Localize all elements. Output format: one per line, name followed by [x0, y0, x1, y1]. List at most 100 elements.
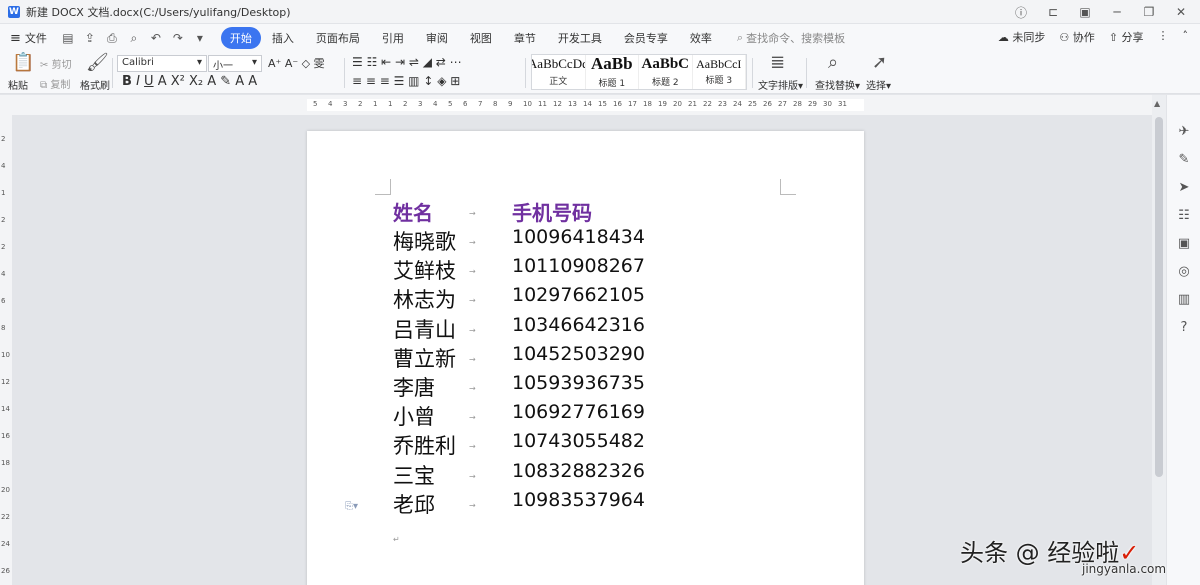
- scroll-up-icon[interactable]: ▲: [1154, 99, 1160, 108]
- phone-cell: 10297662105: [512, 284, 645, 307]
- paste-icon[interactable]: 📋: [12, 52, 34, 73]
- ruler-tick-label: 31: [838, 100, 847, 108]
- close-icon[interactable]: ✕: [1172, 3, 1190, 21]
- name-cell: 曹立新: [393, 346, 456, 371]
- chevron-down-icon: ▾: [251, 57, 257, 68]
- divider: [525, 58, 526, 88]
- tab-references[interactable]: 引用: [371, 27, 415, 49]
- page-handle-icon[interactable]: ⎘▾: [345, 501, 358, 512]
- ruler-tick-label: 30: [823, 100, 832, 108]
- cut-button[interactable]: ✂ 剪切: [40, 56, 72, 71]
- font-name-select[interactable]: Calibri ▾: [117, 55, 207, 72]
- print-preview-icon[interactable]: ⌕: [127, 31, 141, 46]
- style-heading-1[interactable]: AaBb 标题 1: [586, 55, 639, 89]
- scissors-icon: ✂: [40, 60, 49, 71]
- scroll-thumb[interactable]: [1155, 117, 1163, 477]
- ruler-tick-label: 26: [1, 567, 10, 575]
- vertical-ruler[interactable]: 2 4 1 2 2 4 6 8 10 12 14 16 18 20 22 24 26: [0, 115, 12, 585]
- file-menu[interactable]: ≡ 文件: [10, 30, 47, 46]
- sliders-icon[interactable]: ☷: [1176, 207, 1192, 223]
- name-cell: 小曾: [393, 405, 435, 430]
- copy-button[interactable]: ⧉ 复制: [40, 76, 70, 91]
- paragraph-tools-bottom[interactable]: ≡ ≡ ≡ ☰ ▥ ↕ ◈ ⊞: [352, 74, 460, 88]
- menu-bar: ≡ 文件 ▤ ⇪ ⎙ ⌕ ↶ ↷ ▾ 开始 插入 页面布局 引用 审阅 视图 章…: [0, 24, 1200, 52]
- ruler-tick-label: 27: [778, 100, 787, 108]
- ruler-tick-label: 7: [478, 100, 483, 108]
- text-layout-icon[interactable]: ≣: [770, 52, 785, 73]
- select-button[interactable]: 选择▾: [866, 77, 891, 92]
- ruler-tick-label: 1: [1, 189, 6, 197]
- tab-efficiency[interactable]: 效率: [679, 27, 723, 49]
- help-icon[interactable]: ?: [1176, 319, 1192, 335]
- tab-page-layout[interactable]: 页面布局: [305, 27, 371, 49]
- style-normal[interactable]: AaBbCcDd 正文: [532, 55, 586, 89]
- tab-developer[interactable]: 开发工具: [547, 27, 613, 49]
- font-size-select[interactable]: 小一 ▾: [208, 55, 262, 72]
- style-heading-2[interactable]: AaBbC 标题 2: [639, 55, 693, 89]
- ruler-tick-label: 2: [1, 216, 6, 224]
- tab-home[interactable]: 开始: [220, 27, 261, 49]
- horizontal-ruler[interactable]: 5 4 3 2 1 1 2 3 4 5 6 7 8 9 10 11 12 13 14 15 16 17 18 19 20 21 22…: [0, 95, 1200, 115]
- find-replace-button[interactable]: 查找替换▾: [815, 77, 860, 92]
- info-icon[interactable]: ⓘ: [1012, 3, 1030, 21]
- ruler-tick-label: 4: [433, 100, 438, 108]
- pointer-icon[interactable]: ➤: [1176, 179, 1192, 195]
- tab-insert[interactable]: 插入: [261, 27, 305, 49]
- font-size-tools[interactable]: A⁺ A⁻ ◇ 雯: [268, 55, 325, 71]
- style-name: 标题 1: [598, 78, 626, 89]
- document-page[interactable]: 姓名 → 手机号码 梅晓歌 → 10096418434 艾鲜枝 → 10110908267…: [307, 131, 864, 585]
- rocket-icon[interactable]: ✈: [1176, 123, 1192, 139]
- restore-icon[interactable]: ❐: [1140, 3, 1158, 21]
- pen-icon[interactable]: ✎: [1176, 151, 1192, 167]
- collab-button[interactable]: ⚇ 协作: [1059, 29, 1094, 45]
- undo-icon[interactable]: ↶: [149, 31, 163, 46]
- user-icon: ⚇: [1059, 31, 1070, 44]
- tab-member[interactable]: 会员专享: [613, 27, 679, 49]
- tab-review[interactable]: 审阅: [415, 27, 459, 49]
- format-painter-button[interactable]: 格式刷: [80, 77, 110, 92]
- style-sample: AaBbCcI: [696, 56, 742, 71]
- style-heading-3[interactable]: AaBbCcI 标题 3: [693, 55, 746, 89]
- book-icon[interactable]: ▥: [1176, 291, 1192, 307]
- ruler-tick-label: 26: [763, 100, 772, 108]
- ruler-tick-label: 22: [703, 100, 712, 108]
- cursor-icon[interactable]: ➚: [872, 52, 887, 73]
- more-icon[interactable]: ⋮: [1158, 29, 1169, 45]
- find-replace-label: 查找替换: [815, 81, 855, 92]
- find-icon[interactable]: ⌕: [828, 52, 838, 73]
- save-icon[interactable]: ▤: [61, 31, 75, 46]
- phone-cell: 10692776169: [512, 401, 645, 424]
- collapse-ribbon-icon[interactable]: ˄: [1183, 29, 1189, 45]
- ruler-tick-label: 1: [388, 100, 393, 108]
- paste-button[interactable]: 粘贴: [8, 77, 28, 92]
- pin-icon[interactable]: ⊏: [1044, 3, 1062, 21]
- ruler-tick-label: 24: [1, 540, 10, 548]
- location-icon[interactable]: ◎: [1176, 263, 1192, 279]
- share-button[interactable]: ⇧ 分享: [1109, 29, 1144, 45]
- format-painter-icon[interactable]: 🖌: [86, 52, 109, 73]
- font-format-tools[interactable]: B I U A X² X₂ A ✎ A A: [122, 74, 257, 89]
- ruler-tick-label: 2: [403, 100, 408, 108]
- ruler-tick-label: 24: [733, 100, 742, 108]
- customize-icon[interactable]: ▾: [193, 31, 207, 46]
- ruler-tick-label: 12: [1, 378, 10, 386]
- vertical-scrollbar[interactable]: ▲: [1152, 95, 1166, 585]
- export-icon[interactable]: ⇪: [83, 31, 97, 46]
- sync-button[interactable]: ☁ 未同步: [998, 29, 1046, 45]
- tab-section[interactable]: 章节: [503, 27, 547, 49]
- redo-icon[interactable]: ↷: [171, 31, 185, 46]
- name-cell: 吕青山: [393, 317, 456, 342]
- image-icon[interactable]: ▣: [1176, 235, 1192, 251]
- ruler-tick-label: 9: [508, 100, 513, 108]
- paragraph-tools-top[interactable]: ☰ ☷ ⇤ ⇥ ⇌ ◢ ⇄ ⋯: [352, 55, 462, 69]
- sync-label: 未同步: [1012, 31, 1046, 44]
- print-icon[interactable]: ⎙: [105, 31, 119, 46]
- tab-view[interactable]: 视图: [459, 27, 503, 49]
- command-search[interactable]: ⌕ 查找命令、搜索模板: [737, 30, 845, 46]
- text-layout-button[interactable]: 文字排版▾: [758, 77, 803, 92]
- minimize-icon[interactable]: ─: [1108, 3, 1126, 21]
- ruler-tick-label: 2: [1, 135, 6, 143]
- ruler-tick-label: 29: [808, 100, 817, 108]
- ruler-tick-label: 25: [748, 100, 757, 108]
- tile-icon[interactable]: ▣: [1076, 3, 1094, 21]
